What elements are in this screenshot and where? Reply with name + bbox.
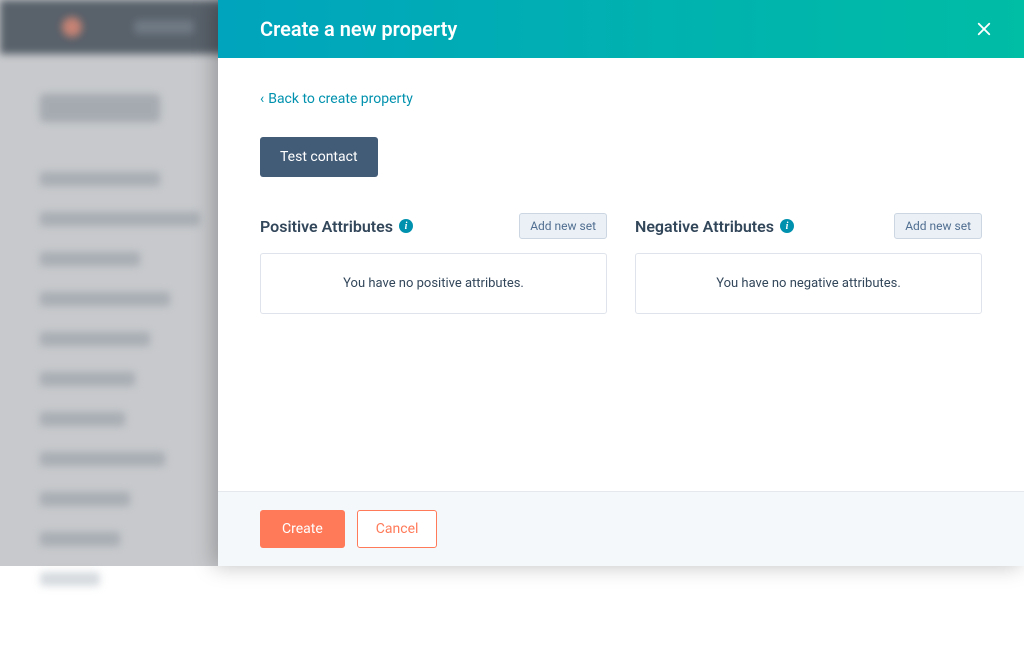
add-positive-set-button[interactable]: Add new set (519, 213, 607, 239)
create-button[interactable]: Create (260, 510, 345, 548)
negative-title: Negative Attributes (635, 217, 774, 236)
negative-header: Negative Attributes i Add new set (635, 213, 982, 239)
info-icon[interactable]: i (399, 219, 413, 233)
panel-footer: Create Cancel (218, 491, 1024, 566)
negative-empty-state: You have no negative attributes. (635, 253, 982, 314)
cancel-button[interactable]: Cancel (357, 510, 438, 548)
panel-header: Create a new property (218, 0, 1024, 58)
bg-nav-item (40, 572, 100, 586)
positive-title: Positive Attributes (260, 217, 393, 236)
positive-empty-state: You have no positive attributes. (260, 253, 607, 314)
info-icon[interactable]: i (780, 219, 794, 233)
add-negative-set-button[interactable]: Add new set (894, 213, 982, 239)
panel-body: ‹ Back to create property Test contact P… (218, 58, 1024, 491)
test-contact-button[interactable]: Test contact (260, 137, 378, 177)
panel-title: Create a new property (260, 17, 457, 41)
back-link[interactable]: ‹ Back to create property (260, 91, 413, 107)
chevron-left-icon: ‹ (260, 91, 264, 107)
create-property-panel: Create a new property ‹ Back to create p… (218, 0, 1024, 566)
close-icon[interactable] (972, 17, 996, 41)
positive-header: Positive Attributes i Add new set (260, 213, 607, 239)
back-link-label: Back to create property (268, 91, 413, 107)
attributes-row: Positive Attributes i Add new set You ha… (260, 213, 982, 314)
negative-attributes-section: Negative Attributes i Add new set You ha… (635, 213, 982, 314)
positive-attributes-section: Positive Attributes i Add new set You ha… (260, 213, 607, 314)
